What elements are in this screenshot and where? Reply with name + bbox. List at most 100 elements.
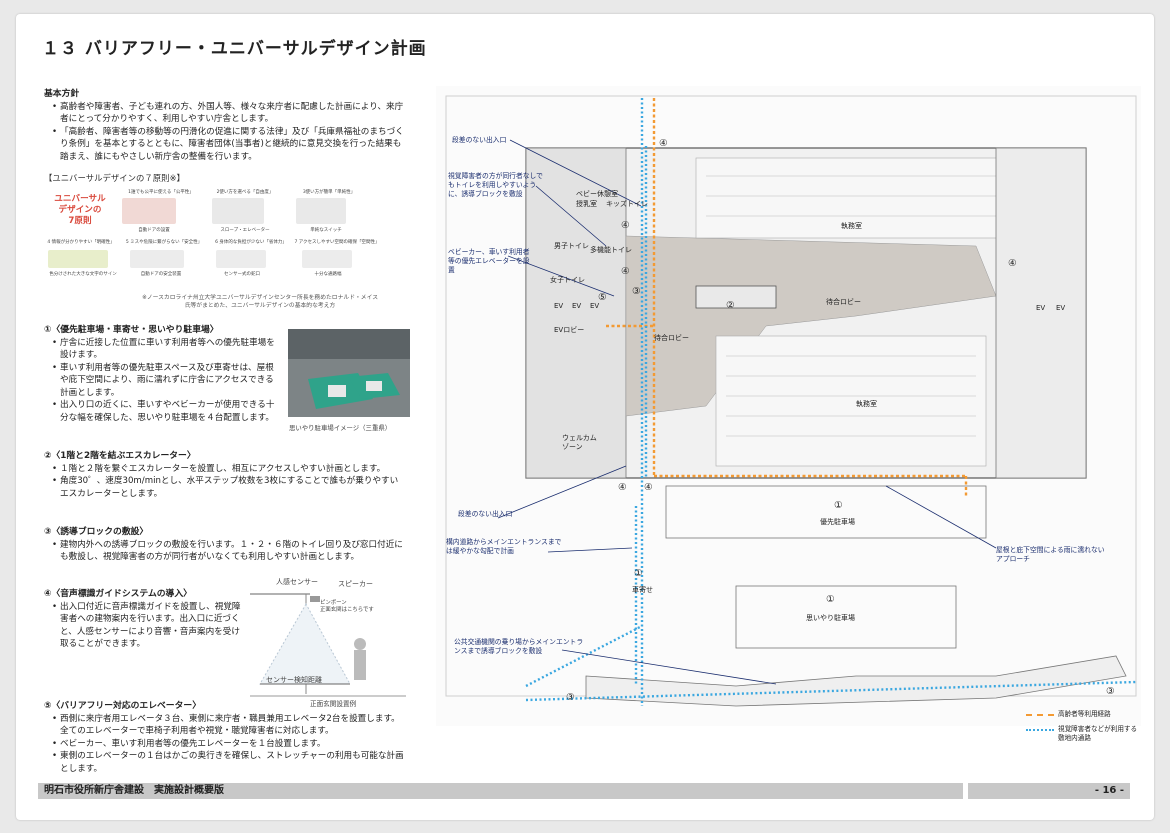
ud-cell: 2使い方を選べる「自由度」	[216, 190, 274, 195]
ud-cell: 6 身体的な負担が少ない「省体力」	[215, 240, 287, 245]
legend-label: 視覚障害者などが利用する敷地内通路	[1058, 725, 1138, 742]
ud-cell: 単純なスイッチ	[310, 228, 342, 233]
section-3: ③〈誘導ブロックの敷設〉 建物内外への誘導ブロックの敷設を行います。１・２・６階…	[44, 524, 404, 564]
marker-number: ④	[1008, 258, 1017, 269]
list-item: 出入口付近に音声標識ガイドを設置し、視覚障害者への建物案内を行います。出入口に近…	[52, 601, 244, 651]
sec5-list: 西側に来庁者用エレベータ３台、東側に来庁者・職員兼用エレベータ2台を設置します。…	[44, 713, 404, 776]
room-label: 女子トイレ	[550, 276, 585, 284]
ud-image	[212, 198, 264, 224]
sensor-label: 人感センサー	[276, 578, 318, 586]
callout: ベビーカー、車いす利用者等の優先エレベーターを設置	[448, 248, 530, 274]
legend-label: 高齢者等利用経路	[1058, 710, 1111, 718]
audio-guide-figure: 人感センサー スピーカー ピンポーン 正面玄関はこちらです センサー検知距離 正…	[250, 574, 406, 708]
room-label: EV	[590, 302, 600, 310]
ud-red-label: ユニバーサル デザインの 7原則	[54, 194, 106, 226]
room-label: 車寄せ	[632, 586, 653, 594]
marker-number: ④	[644, 482, 653, 493]
ud-cell: 5 ミスや危険に繋がらない「安全性」	[125, 240, 203, 245]
callout: 構内道路からメインエントランスまでは緩やかな勾配で計画	[446, 538, 562, 555]
room-label: EV	[572, 302, 582, 310]
ud-cell: 3使い方が簡単「単純性」	[302, 190, 356, 195]
ud-image	[296, 198, 346, 224]
room-label: EV	[1056, 304, 1066, 312]
callout: 段差のない出入口	[452, 136, 507, 144]
list-item: 出入り口の近くに、車いすやベビーカーが使用できる十分な幅を確保した、思いやり駐車…	[52, 399, 282, 424]
marker-number: ③	[632, 286, 641, 297]
room-label: 待合ロビー	[826, 298, 861, 306]
sec1-heading: ①〈優先駐車場・車寄せ・思いやり駐車場〉	[44, 325, 219, 335]
ud-cell: 十分な通路幅	[314, 272, 342, 277]
marker-number: ③	[1106, 686, 1115, 697]
marker-number: ⑤	[598, 292, 607, 303]
ud-image	[122, 198, 176, 224]
footer: 明石市役所新庁舎建設 実施設計概要版 - 16 -	[38, 783, 1138, 799]
room-label: 待合ロビー	[654, 334, 689, 342]
marker-number: ①	[834, 500, 843, 511]
page-number: - 16 -	[968, 783, 1130, 799]
left-column: 基本方針 高齢者や障害者、子ども連れの方、外国人等、様々な来庁者に配慮した計画に…	[44, 86, 410, 774]
sec3-list: 建物内外への誘導ブロックの敷設を行います。１・２・６階のトイレ回り及び窓口付近に…	[44, 539, 404, 564]
sec5-heading: ⑤〈バリアフリー対応のエレベーター〉	[44, 701, 201, 711]
list-item: 東側のエレベーターの１台はかごの奥行きを確保し、ストレッチャーの利用も可能な計画…	[52, 750, 404, 775]
kihon-heading: 基本方針	[44, 89, 80, 99]
chime-label: ピンポーン 正面玄関はこちらです	[320, 600, 374, 613]
ud-cell: 自動ドアの設置	[138, 228, 170, 233]
ud-cell: スロープ・エレベーター	[220, 228, 270, 233]
callout: 段差のない出入口	[458, 510, 513, 518]
section-5: ⑤〈バリアフリー対応のエレベーター〉 西側に来庁者用エレベータ３台、東側に来庁者…	[44, 698, 404, 775]
list-item: ベビーカー、車いす利用者等の優先エレベーターを１台設置します。	[52, 738, 404, 751]
ud-heading: 【ユニバーサルデザインの７原則※】	[44, 173, 185, 183]
sec3-heading: ③〈誘導ブロックの敷設〉	[44, 527, 149, 537]
sec4-heading: ④〈音声標識ガイドシステムの導入〉	[44, 589, 192, 599]
blue-route-swatch	[1026, 729, 1054, 731]
parking-photo-caption: 思いやり駐車場イメージ（三重県）	[289, 424, 392, 432]
sec4-list: 出入口付近に音声標識ガイドを設置し、視覚障害者への建物案内を行います。出入口に近…	[44, 601, 244, 651]
ud-cell: 自動ドアの安全装置	[140, 272, 182, 277]
floor-plan: 段差のない出入口 視覚障害者の方が同行者なしでもトイレを利用しやすいように、誘導…	[436, 86, 1141, 731]
list-item: 「高齢者、障害者等の移動等の円滑化の促進に関する法律」及び「兵庫県福祉のまちづく…	[52, 126, 404, 164]
ud-cell: 色分けされた大きな文字のサイン	[49, 272, 117, 277]
room-label: 男子トイレ	[554, 242, 589, 250]
room-label: 執務室	[856, 400, 877, 408]
list-item: 角度30゜、速度30m/minとし、水平ステップ枚数を3枚にすることで誰もが乗り…	[52, 475, 404, 500]
sec2-list: １階と２階を繋ぐエスカレーターを設置し、相互にアクセスしやすい計画とします。 角…	[44, 463, 404, 501]
room-label: 多機能トイレ	[590, 246, 632, 254]
legend-item-orange: 高齢者等利用経路	[1026, 710, 1142, 719]
section-4: ④〈音声標識ガイドシステムの導入〉 出入口付近に音声標識ガイドを設置し、視覚障害…	[44, 586, 244, 651]
sec2-heading: ②〈1階と2階を結ぶエスカレーター〉	[44, 451, 196, 461]
legend: 高齢者等利用経路 視覚障害者などが利用する敷地内通路	[1026, 710, 1142, 743]
orange-route-swatch	[1026, 713, 1054, 716]
marker-number: ④	[621, 220, 630, 231]
room-label: EV	[1036, 304, 1046, 312]
callout: 視覚障害者の方が同行者なしでもトイレを利用しやすいように、誘導ブロックを敷設	[448, 172, 543, 198]
page-title: １３ バリアフリー・ユニバーサルデザイン計画	[42, 39, 427, 59]
room-label: ウェルカムゾーン	[562, 434, 597, 451]
list-item: 高齢者や障害者、子ども連れの方、外国人等、様々な来庁者に配慮した計画により、来庁…	[52, 101, 404, 126]
room-label: キッズトイレ	[606, 200, 648, 208]
callout: 屋根と庇下空間による雨に濡れないアプローチ	[996, 546, 1105, 563]
marker-number: ③	[566, 692, 575, 703]
legend-item-blue: 視覚障害者などが利用する敷地内通路	[1026, 725, 1142, 743]
room-label: 授乳室	[576, 200, 597, 208]
list-item: 西側に来庁者用エレベータ３台、東側に来庁者・職員兼用エレベータ2台を設置します。…	[52, 713, 404, 738]
ud-principles-box: 【ユニバーサルデザインの７原則※】 ユニバーサル デザインの 7原則 1誰でも公…	[44, 172, 404, 292]
marker-number: ①	[634, 568, 643, 579]
footer-title: 明石市役所新庁舎建設 実施設計概要版	[38, 783, 963, 799]
parking-photo	[288, 329, 410, 417]
parking-photo-graphic	[288, 329, 410, 417]
ud-image	[48, 250, 108, 268]
ud-cell: センサー式の蛇口	[224, 272, 260, 277]
document-page: １３ バリアフリー・ユニバーサルデザイン計画 基本方針 高齢者や障害者、子ども連…	[16, 14, 1154, 820]
ud-note: ※ノースカロライナ州立大学ユニバーサルデザインセンター所長を務めたロナルド・メイ…	[141, 295, 379, 309]
sec1-list: 庁舎に近接した位置に車いす利用者等への優先駐車場を設けます。 車いす利用者等の優…	[44, 337, 282, 425]
room-label: EV	[554, 302, 564, 310]
room-label: EVロビー	[554, 326, 585, 334]
marker-number: ④	[621, 266, 630, 277]
ud-cell: 1誰でも公平に使える「公平性」	[128, 190, 194, 195]
ud-figure: ユニバーサル デザインの 7原則 1誰でも公平に使える「公平性」 2使い方を選べ…	[44, 186, 384, 282]
list-item: 車いす利用者等の優先駐車スペース及び車寄せは、屋根や庇下空間により、雨に濡れずに…	[52, 362, 282, 400]
marker-number: ④	[659, 138, 668, 149]
ud-image	[216, 250, 266, 268]
list-item: 建物内外への誘導ブロックの敷設を行います。１・２・６階のトイレ回り及び窓口付近に…	[52, 539, 404, 564]
ud-image	[130, 250, 184, 268]
